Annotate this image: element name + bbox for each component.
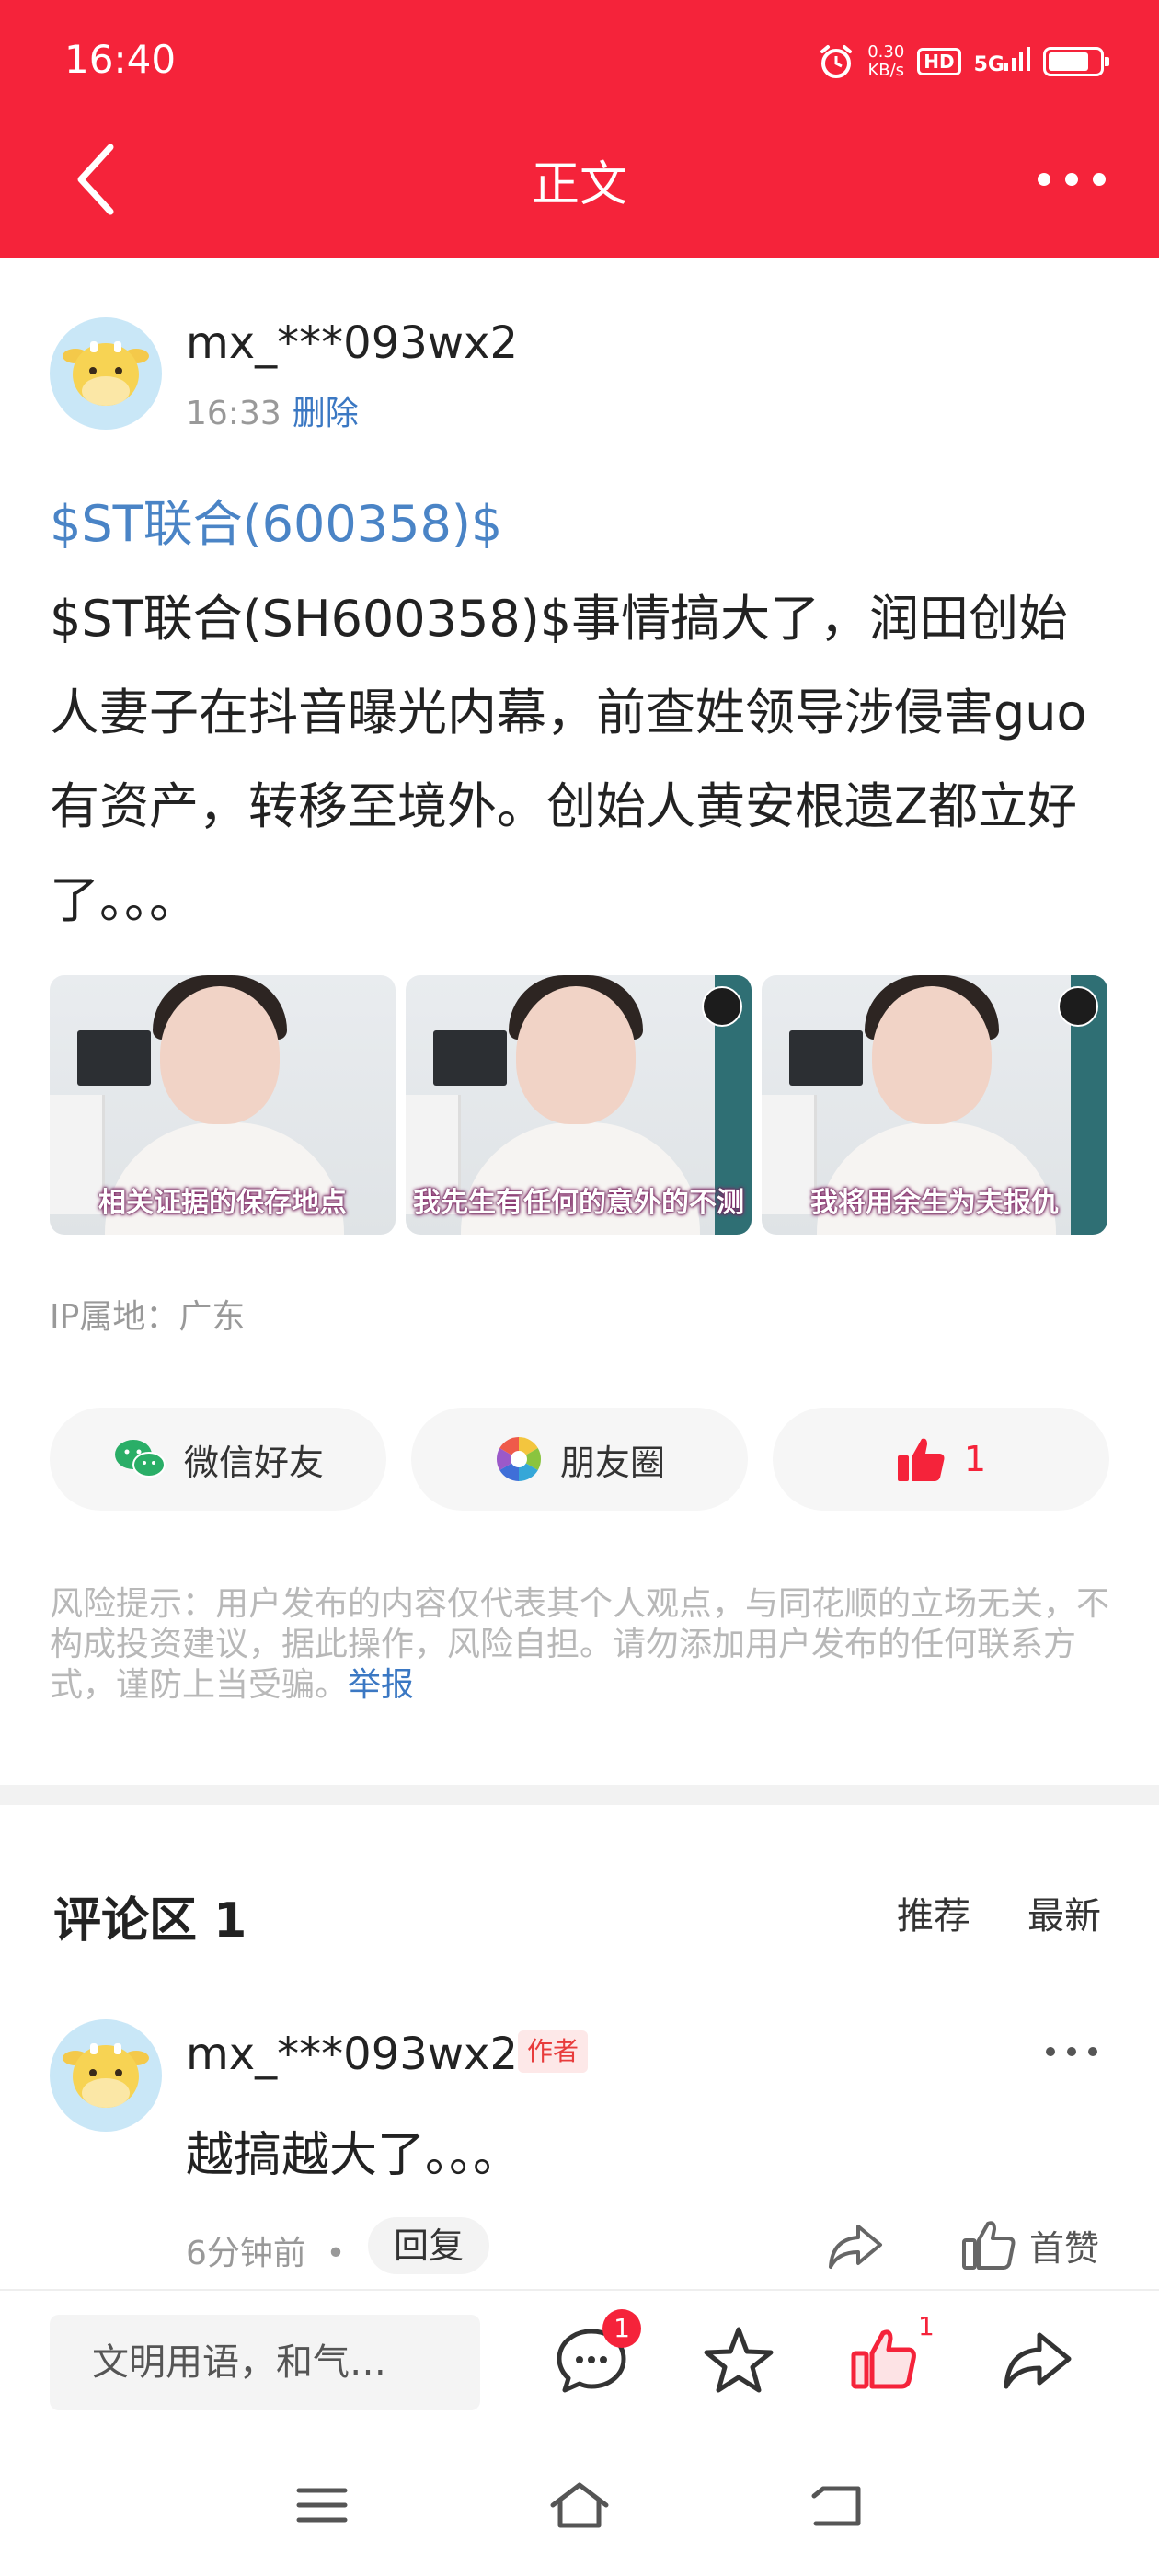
battery-icon [1043, 47, 1109, 76]
post-image[interactable]: 我先生有任何的意外的不测 [406, 975, 752, 1235]
comment-avatar[interactable] [50, 2019, 162, 2132]
stock-tag-link[interactable]: $ST联合(600358)$ [50, 483, 502, 556]
hd-icon: HD [917, 48, 961, 75]
top-bar: 16:40 0.30 KB/s HD 5G 正文 [0, 0, 1159, 258]
post-meta: 16:33 删除 [186, 386, 359, 434]
image-caption: 我先生有任何的意外的不测 [413, 1187, 744, 1219]
status-icons: 0.30 KB/s HD 5G [818, 39, 1109, 85]
like-button[interactable]: 1 [773, 1408, 1109, 1511]
moments-icon [496, 1437, 541, 1481]
favorite-button[interactable] [697, 2318, 780, 2401]
more-button[interactable] [1030, 152, 1113, 207]
bottom-bar: 文明用语，和气… 1 1 [0, 2289, 1159, 2436]
like-count-badge: 1 [918, 2311, 935, 2341]
avatar[interactable] [50, 317, 162, 430]
comment-author[interactable]: mx_***093wx2 [186, 2029, 518, 2080]
net-speed: 0.30 KB/s [867, 42, 905, 80]
video-badge-icon [1058, 986, 1098, 1027]
thumbs-up-icon [962, 2221, 1016, 2270]
share-icon [1004, 2332, 1072, 2389]
more-icon [1046, 2047, 1097, 2056]
author-tag-badge: 作者 [518, 2030, 589, 2073]
delete-link[interactable]: 删除 [293, 395, 359, 432]
video-badge-icon [702, 986, 742, 1027]
post-time: 16:33 [186, 395, 281, 432]
report-link[interactable]: 举报 [348, 1666, 414, 1704]
home-button[interactable] [547, 2478, 612, 2533]
sort-recommend-tab[interactable]: 推荐 [897, 1886, 970, 1939]
comment-count-badge: 1 [602, 2309, 641, 2348]
alarm-icon [820, 45, 853, 78]
post-image[interactable]: 我将用余生为夫报仇 [762, 975, 1107, 1235]
home-icon [550, 2482, 609, 2528]
risk-notice: 风险提示：用户发布的内容仅代表其个人观点，与同花顺的立场无关，不构成投资建议，据… [50, 1584, 1117, 1706]
share-button[interactable] [995, 2318, 1078, 2401]
comment-like-label: 首赞 [1029, 2227, 1100, 2269]
status-time: 16:40 [64, 37, 177, 82]
like-count: 1 [963, 1439, 987, 1479]
signal-5g-icon: 5G [974, 47, 1030, 76]
back-icon [811, 2486, 861, 2526]
share-moments-label: 朋友圈 [559, 1442, 665, 1483]
share-wechat-label: 微信好友 [183, 1442, 324, 1483]
wechat-icon [114, 1440, 166, 1478]
reply-button[interactable]: 回复 [368, 2217, 490, 2274]
cow-avatar-icon [63, 2043, 149, 2108]
post-body: $ST联合(SH600358)$事情搞大了，润田创始人妻子在抖音曝光内幕，前查姓… [50, 590, 1087, 929]
share-wechat-button[interactable]: 微信好友 [50, 1408, 386, 1511]
share-moments-button[interactable]: 朋友圈 [411, 1408, 748, 1511]
post-image[interactable]: 相关证据的保存地点 [50, 975, 396, 1235]
page-title: 正文 [531, 157, 627, 213]
image-caption: 相关证据的保存地点 [98, 1187, 347, 1219]
thumbs-up-icon [897, 1438, 945, 1481]
comments-title: 评论区 1 [53, 1893, 247, 1949]
menu-button[interactable] [290, 2478, 354, 2533]
ip-location: IP属地：广东 [50, 1298, 246, 1336]
author-name[interactable]: mx_***093wx2 [186, 317, 518, 369]
share-icon [829, 2225, 882, 2269]
comment-time: 6分钟前 • [186, 2235, 346, 2272]
star-icon [704, 2327, 774, 2393]
comment-text: 越搞越大了。。。 [186, 2128, 522, 2183]
back-nav-button[interactable] [805, 2478, 869, 2533]
menu-icon [296, 2488, 348, 2523]
comment-share-button[interactable] [823, 2217, 888, 2274]
system-nav-bar [0, 2436, 1159, 2576]
more-icon [1038, 173, 1106, 186]
cow-avatar-icon [63, 341, 149, 406]
comment-input[interactable]: 文明用语，和气… [50, 2315, 480, 2410]
image-caption: 我将用余生为夫报仇 [810, 1187, 1059, 1219]
comment-more-button[interactable] [1039, 2033, 1104, 2070]
comment-like-button[interactable]: 首赞 [961, 2213, 1099, 2277]
sort-latest-tab[interactable]: 最新 [1027, 1886, 1101, 1939]
thumbs-up-icon [851, 2329, 916, 2389]
risk-text: 风险提示：用户发布的内容仅代表其个人观点，与同花顺的立场无关，不构成投资建议，据… [50, 1585, 1110, 1704]
section-divider [0, 1785, 1159, 1805]
like-post-button[interactable] [844, 2318, 927, 2401]
